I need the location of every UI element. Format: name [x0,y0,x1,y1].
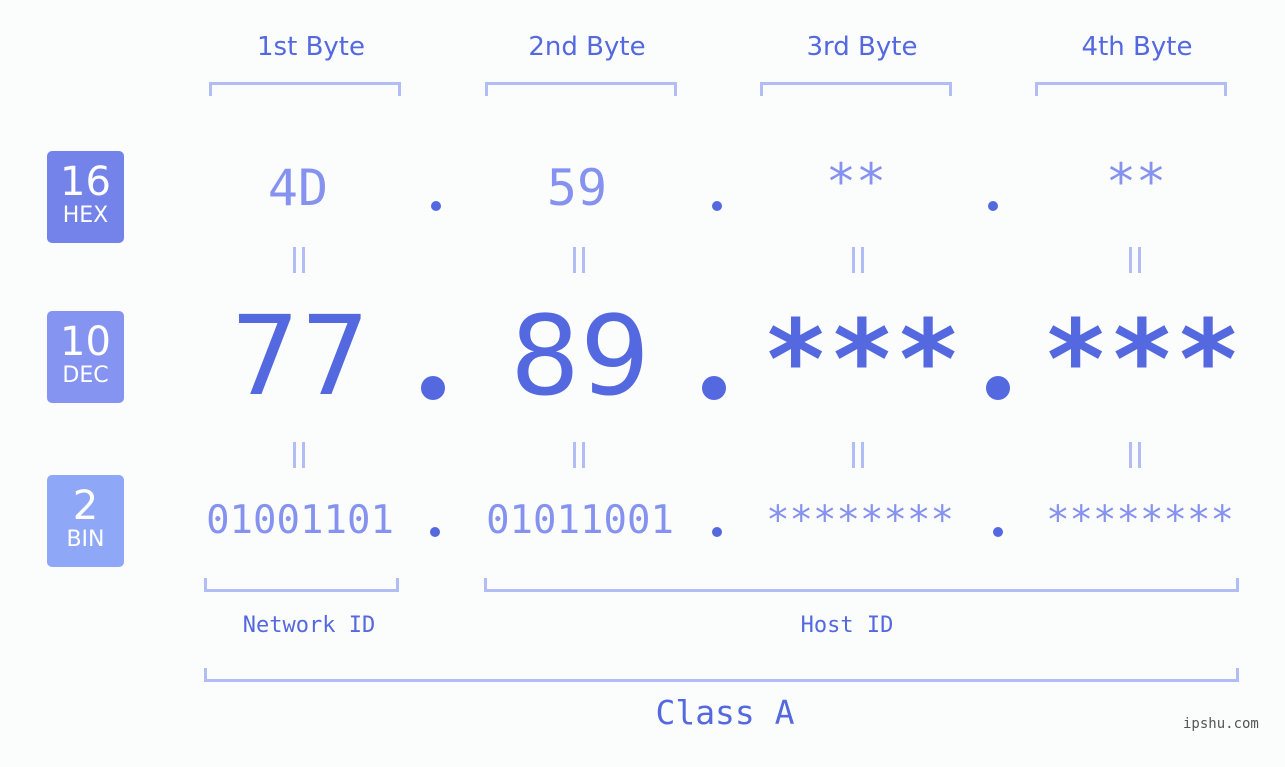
bin-value-2: 01011001 [486,498,674,543]
hex-base-label: HEX [62,203,109,228]
equals-icon [293,247,305,273]
hex-base-number: 16 [60,159,111,205]
bin-separator-dot-3 [993,527,1003,537]
byte-bracket-1 [209,82,401,96]
dec-value-4: *** [1042,296,1242,424]
class-bracket [204,668,1239,682]
hex-separator-dot-1 [431,201,441,211]
hex-value-1: 4D [267,159,329,217]
network-id-label: Network ID [242,613,376,638]
bin-base-number: 2 [72,483,99,529]
bin-value-3: ******** [766,498,954,543]
hex-badge: 16 HEX [47,151,124,243]
byte-header-3: 3rd Byte [806,32,918,62]
dec-value-2: 89 [510,292,650,420]
dec-badge: 10 DEC [47,311,124,403]
equals-icon [573,247,585,273]
hex-value-2: 59 [546,159,608,217]
bin-separator-dot-1 [430,527,440,537]
equals-icon [852,247,864,273]
bin-value-4: ******** [1046,498,1234,543]
byte-header-1: 1st Byte [257,32,365,62]
byte-header-4: 4th Byte [1081,32,1193,62]
byte-header-2: 2nd Byte [528,32,646,62]
dec-separator-dot-2 [702,376,726,400]
bin-value-1: 01001101 [206,498,394,543]
byte-bracket-3 [760,82,952,96]
dec-base-number: 10 [60,319,111,365]
host-id-label: Host ID [800,613,894,638]
dec-value-3: *** [762,296,962,424]
dec-separator-dot-1 [421,376,445,400]
hex-value-3: ** [825,153,887,211]
byte-bracket-2 [485,82,677,96]
bin-separator-dot-2 [712,527,722,537]
dec-value-1: 77 [230,292,370,420]
hex-separator-dot-2 [712,201,722,211]
network-id-bracket [204,578,399,592]
host-id-bracket [484,578,1239,592]
byte-bracket-4 [1035,82,1227,96]
equals-icon [293,442,305,468]
dec-base-label: DEC [62,363,109,388]
equals-icon [1129,247,1141,273]
equals-icon [573,442,585,468]
class-label: Class A [655,693,795,732]
hex-value-4: ** [1105,153,1167,211]
dec-separator-dot-3 [986,376,1010,400]
equals-icon [852,442,864,468]
hex-separator-dot-3 [988,201,998,211]
bin-badge: 2 BIN [47,475,124,567]
equals-icon [1129,442,1141,468]
bin-base-label: BIN [66,527,105,552]
watermark: ipshu.com [1183,716,1259,732]
